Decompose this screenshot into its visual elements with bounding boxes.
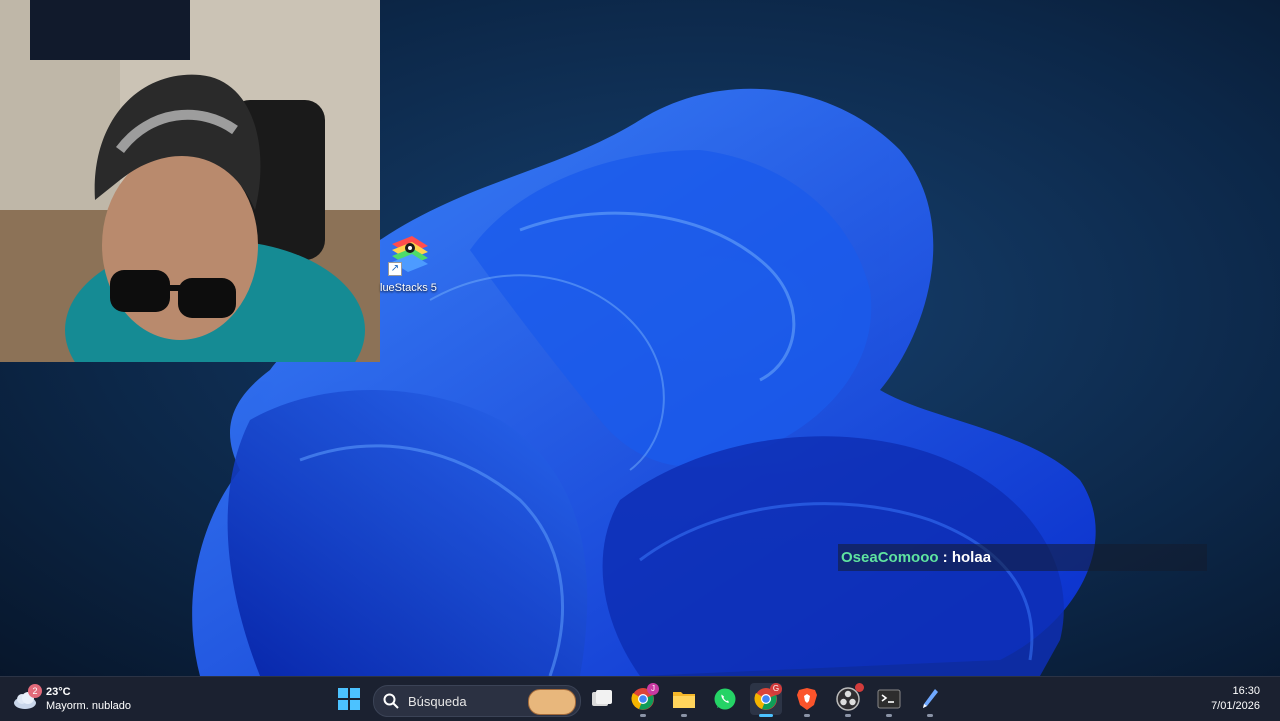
- whatsapp-icon: [714, 688, 736, 710]
- pen-icon: [923, 689, 938, 708]
- taskbar-app-whatsapp[interactable]: [709, 683, 741, 715]
- weather-condition: Mayorm. nublado: [46, 700, 131, 712]
- taskbar-app-chrome-active[interactable]: G: [750, 683, 782, 717]
- folder-icon: [673, 692, 695, 708]
- search-placeholder: Búsqueda: [408, 693, 467, 709]
- desktop-icon-label: lueStacks 5: [380, 282, 437, 294]
- running-indicator: [845, 714, 851, 717]
- clock-date: 7/01/2026: [1211, 700, 1260, 712]
- desktop-icon-bluestacks[interactable]: ↗ lueStacks 5: [378, 232, 440, 298]
- weather-badge: 2: [28, 684, 42, 698]
- taskbar-app-pen[interactable]: [914, 683, 946, 717]
- webcam-overlay: [0, 0, 380, 362]
- running-indicator: [804, 714, 810, 717]
- task-view-button[interactable]: [586, 683, 618, 715]
- taskbar-app-chrome[interactable]: J: [627, 683, 659, 717]
- taskbar: 2 23°C Mayorm. nublado Búsqueda J G 16:3…: [0, 676, 1280, 721]
- shortcut-arrow-icon: ↗: [388, 262, 402, 276]
- taskbar-app-obs[interactable]: [832, 683, 864, 717]
- recording-indicator: [855, 683, 864, 692]
- search-icon: [383, 693, 399, 709]
- chat-text: holaa: [951, 549, 992, 566]
- chat-username: OseaComooo: [841, 549, 939, 566]
- running-indicator: [927, 714, 933, 717]
- running-indicator: [681, 714, 687, 717]
- weather-widget[interactable]: 2 23°C Mayorm. nublado: [12, 681, 131, 717]
- running-indicator: [759, 714, 773, 717]
- clock-time: 16:30: [1232, 685, 1260, 697]
- app-badge: J: [647, 683, 659, 695]
- taskbar-app-brave[interactable]: [791, 683, 823, 717]
- weather-temperature: 23°C: [46, 686, 71, 698]
- search-highlight-image[interactable]: [528, 689, 576, 715]
- start-button[interactable]: [333, 683, 365, 715]
- chat-separator: :: [938, 549, 952, 566]
- terminal-icon: [877, 689, 901, 709]
- brave-icon: [797, 688, 817, 710]
- system-clock[interactable]: 16:30 7/01/2026: [1211, 684, 1260, 714]
- taskbar-search[interactable]: Búsqueda: [373, 685, 581, 717]
- bluestacks-icon: ↗: [386, 232, 432, 276]
- app-badge: G: [770, 683, 782, 695]
- chat-message: OseaComooo : holaa: [838, 544, 1207, 571]
- taskbar-app-file-explorer[interactable]: [668, 683, 700, 717]
- windows-start-icon: [338, 688, 360, 710]
- cloudy-weather-icon: 2: [12, 684, 42, 712]
- running-indicator: [886, 714, 892, 717]
- taskbar-app-terminal[interactable]: [873, 683, 905, 717]
- task-view-icon: [592, 690, 612, 706]
- running-indicator: [640, 714, 646, 717]
